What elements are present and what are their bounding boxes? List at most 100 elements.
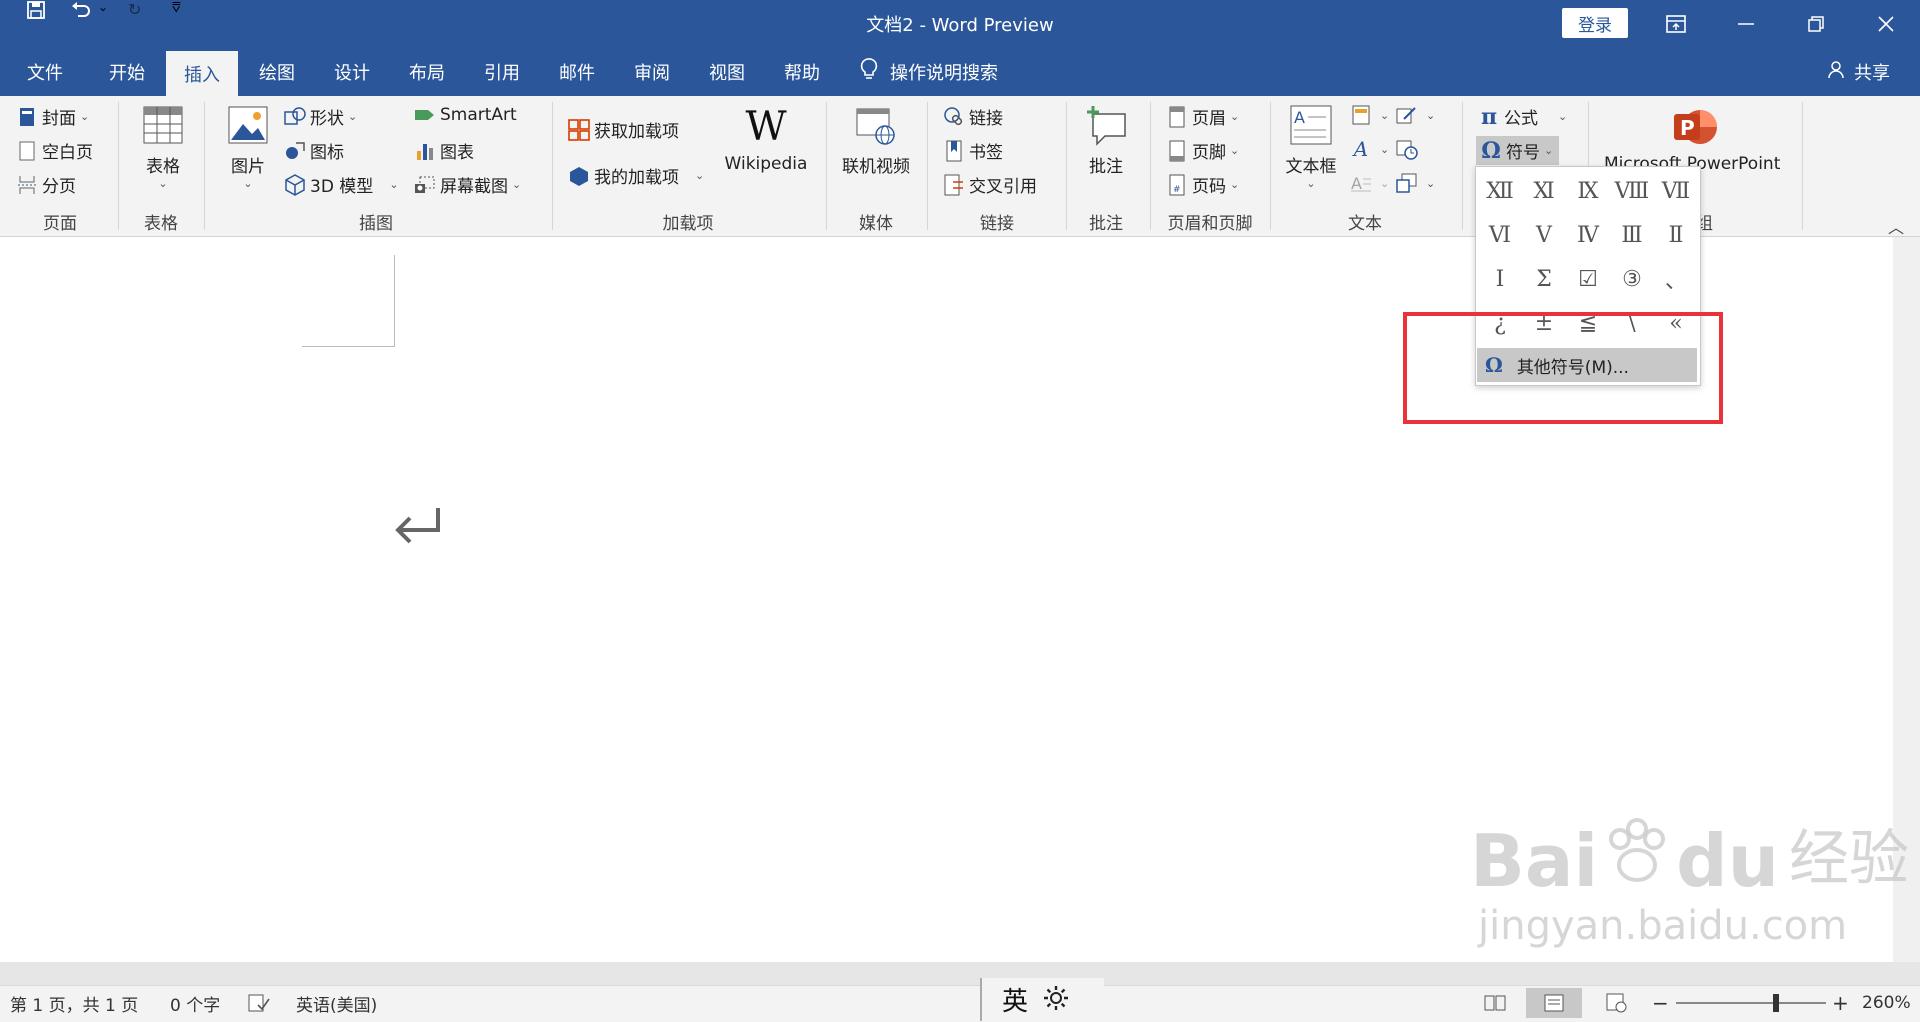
tab-references[interactable]: 引用 (473, 47, 531, 96)
tab-draw[interactable]: 绘图 (248, 47, 306, 96)
comment-button[interactable]: 批注 (1078, 104, 1134, 177)
zoom-level[interactable]: 260% (1862, 985, 1911, 1021)
lightbulb-icon (860, 57, 878, 86)
signature-line-icon (1396, 104, 1418, 126)
shapes-button[interactable]: 形状 ⌄ (284, 104, 357, 129)
web-layout-icon[interactable] (1606, 985, 1628, 1021)
share-button[interactable]: 共享 (1818, 47, 1898, 96)
collapse-ribbon-icon[interactable]: ︿ (1888, 214, 1904, 238)
symbol-cell[interactable]: Ⅵ (1478, 213, 1522, 257)
zoom-in-icon[interactable]: + (1832, 985, 1849, 1021)
tab-layout[interactable]: 布局 (398, 47, 456, 96)
date-time-button[interactable] (1396, 138, 1422, 160)
blank-page-icon (16, 140, 38, 162)
symbol-cell[interactable]: 、 (1654, 257, 1698, 301)
tab-mailings[interactable]: 邮件 (548, 47, 606, 96)
symbol-cell[interactable]: Ⅲ (1610, 213, 1654, 257)
gear-icon[interactable] (1042, 984, 1070, 1016)
symbol-cell[interactable]: Ⅰ (1478, 257, 1522, 301)
symbol-cell[interactable]: Ⅱ (1654, 213, 1698, 257)
tab-view[interactable]: 视图 (698, 47, 756, 96)
footer-button[interactable]: 页脚 ⌄ (1166, 138, 1239, 163)
word-count[interactable]: 0 个字 (170, 985, 220, 1021)
equation-button[interactable]: π 公式 ⌄ (1478, 103, 1567, 130)
table-button[interactable]: 表格 ⌄ (135, 104, 191, 190)
undo-icon[interactable] (70, 0, 92, 24)
wordart-button[interactable]: A ⌄ (1350, 137, 1389, 161)
symbol-cell[interactable]: Ⅳ (1566, 213, 1610, 257)
symbol-cell[interactable]: ③ (1610, 257, 1654, 301)
tell-me-search[interactable]: 操作说明搜索 (860, 47, 1020, 96)
symbol-cell[interactable]: Ⅸ (1566, 169, 1610, 213)
quick-parts-button[interactable]: ⌄ (1350, 104, 1389, 126)
my-addins-icon (568, 165, 590, 187)
page-count[interactable]: 第 1 页，共 1 页 (10, 985, 138, 1021)
language-indicator[interactable]: 英语(美国) (296, 985, 377, 1021)
tab-file[interactable]: 文件 (16, 47, 74, 96)
page-number-button[interactable]: # 页码 ⌄ (1166, 172, 1239, 197)
paragraph-mark-icon (392, 504, 444, 554)
save-icon[interactable] (26, 0, 46, 24)
pi-icon: π (1480, 103, 1498, 130)
group-separator (826, 102, 827, 230)
bookmark-button[interactable]: 书签 (943, 138, 1003, 163)
proofing-icon[interactable] (248, 985, 270, 1021)
ribbon-display-icon[interactable] (1646, 0, 1706, 47)
blank-page-button[interactable]: 空白页 (16, 138, 93, 163)
redo-icon[interactable]: ↻ (128, 0, 141, 19)
symbol-cell[interactable]: Ⅻ (1478, 169, 1522, 213)
screenshot-button[interactable]: 屏幕截图 ⌄ (414, 172, 521, 197)
online-video-button[interactable]: 联机视频 (834, 104, 918, 177)
bookmark-icon (943, 140, 965, 162)
restore-icon[interactable] (1786, 0, 1846, 47)
tab-design[interactable]: 设计 (323, 47, 381, 96)
symbol-cell[interactable]: Ⅺ (1522, 169, 1566, 213)
signature-line-button[interactable]: ⌄ (1396, 104, 1435, 126)
tab-help[interactable]: 帮助 (773, 47, 831, 96)
table-icon (142, 104, 184, 146)
close-icon[interactable] (1856, 0, 1916, 47)
symbol-cell[interactable]: Ⅶ (1654, 169, 1698, 213)
tab-review[interactable]: 审阅 (623, 47, 681, 96)
minimize-icon[interactable] (1716, 0, 1776, 47)
text-box-button[interactable]: A 文本框 ⌄ (1280, 104, 1342, 190)
symbol-cell[interactable]: Ⅷ (1610, 169, 1654, 213)
get-addins-button[interactable]: 获取加载项 (568, 117, 679, 142)
cube-icon (284, 173, 306, 196)
zoom-slider[interactable] (1676, 1002, 1826, 1004)
my-addins-button[interactable]: 我的加载项 ⌄ (568, 163, 704, 188)
watermark: Bai du 经验 jingyan.baidu.com (1470, 818, 1909, 949)
link-button[interactable]: 链接 (943, 104, 1003, 129)
header-button[interactable]: 页眉 ⌄ (1166, 104, 1239, 129)
group-label-addins: 加载项 (662, 213, 714, 234)
tab-home[interactable]: 开始 (98, 47, 156, 96)
cross-reference-button[interactable]: 交叉引用 (943, 172, 1037, 197)
symbol-cell[interactable]: ☑ (1566, 257, 1610, 301)
picture-button[interactable]: 图片 ⌄ (222, 104, 274, 190)
ime-language-toggle[interactable]: 英 (1002, 981, 1028, 1018)
wikipedia-button[interactable]: W Wikipedia (718, 104, 814, 174)
icons-button[interactable]: 图标 (284, 138, 344, 163)
tab-insert[interactable]: 插入 (166, 51, 238, 96)
zoom-slider-thumb[interactable] (1773, 994, 1779, 1012)
zoom-out-icon[interactable]: − (1652, 985, 1669, 1021)
chart-button[interactable]: 图表 (414, 138, 474, 163)
smartart-button[interactable]: SmartArt (414, 104, 517, 126)
3d-model-button[interactable]: 3D 模型 ⌄ (284, 172, 399, 197)
svg-text:#: # (1173, 185, 1181, 195)
symbol-cell[interactable]: Σ (1522, 257, 1566, 301)
object-button[interactable]: ⌄ (1396, 172, 1435, 194)
read-mode-icon[interactable] (1484, 985, 1506, 1021)
undo-dropdown-icon[interactable]: ⌄ (98, 0, 108, 14)
cover-page-button[interactable]: 封面 ⌄ (16, 104, 89, 129)
print-layout-icon[interactable] (1526, 988, 1582, 1018)
page-break-button[interactable]: 分页 (16, 172, 76, 197)
symbol-button[interactable]: Ω 符号 ⌄ (1476, 136, 1560, 165)
login-button[interactable]: 登录 (1562, 8, 1628, 38)
group-label-illustrations: 插图 (359, 213, 393, 234)
powerpoint-icon[interactable]: P (1672, 104, 1718, 150)
customize-icon[interactable]: ⩢ (172, 0, 181, 16)
drop-cap-button[interactable]: A ⌄ (1350, 172, 1389, 194)
symbol-cell[interactable]: Ⅴ (1522, 213, 1566, 257)
person-icon (1826, 59, 1846, 84)
